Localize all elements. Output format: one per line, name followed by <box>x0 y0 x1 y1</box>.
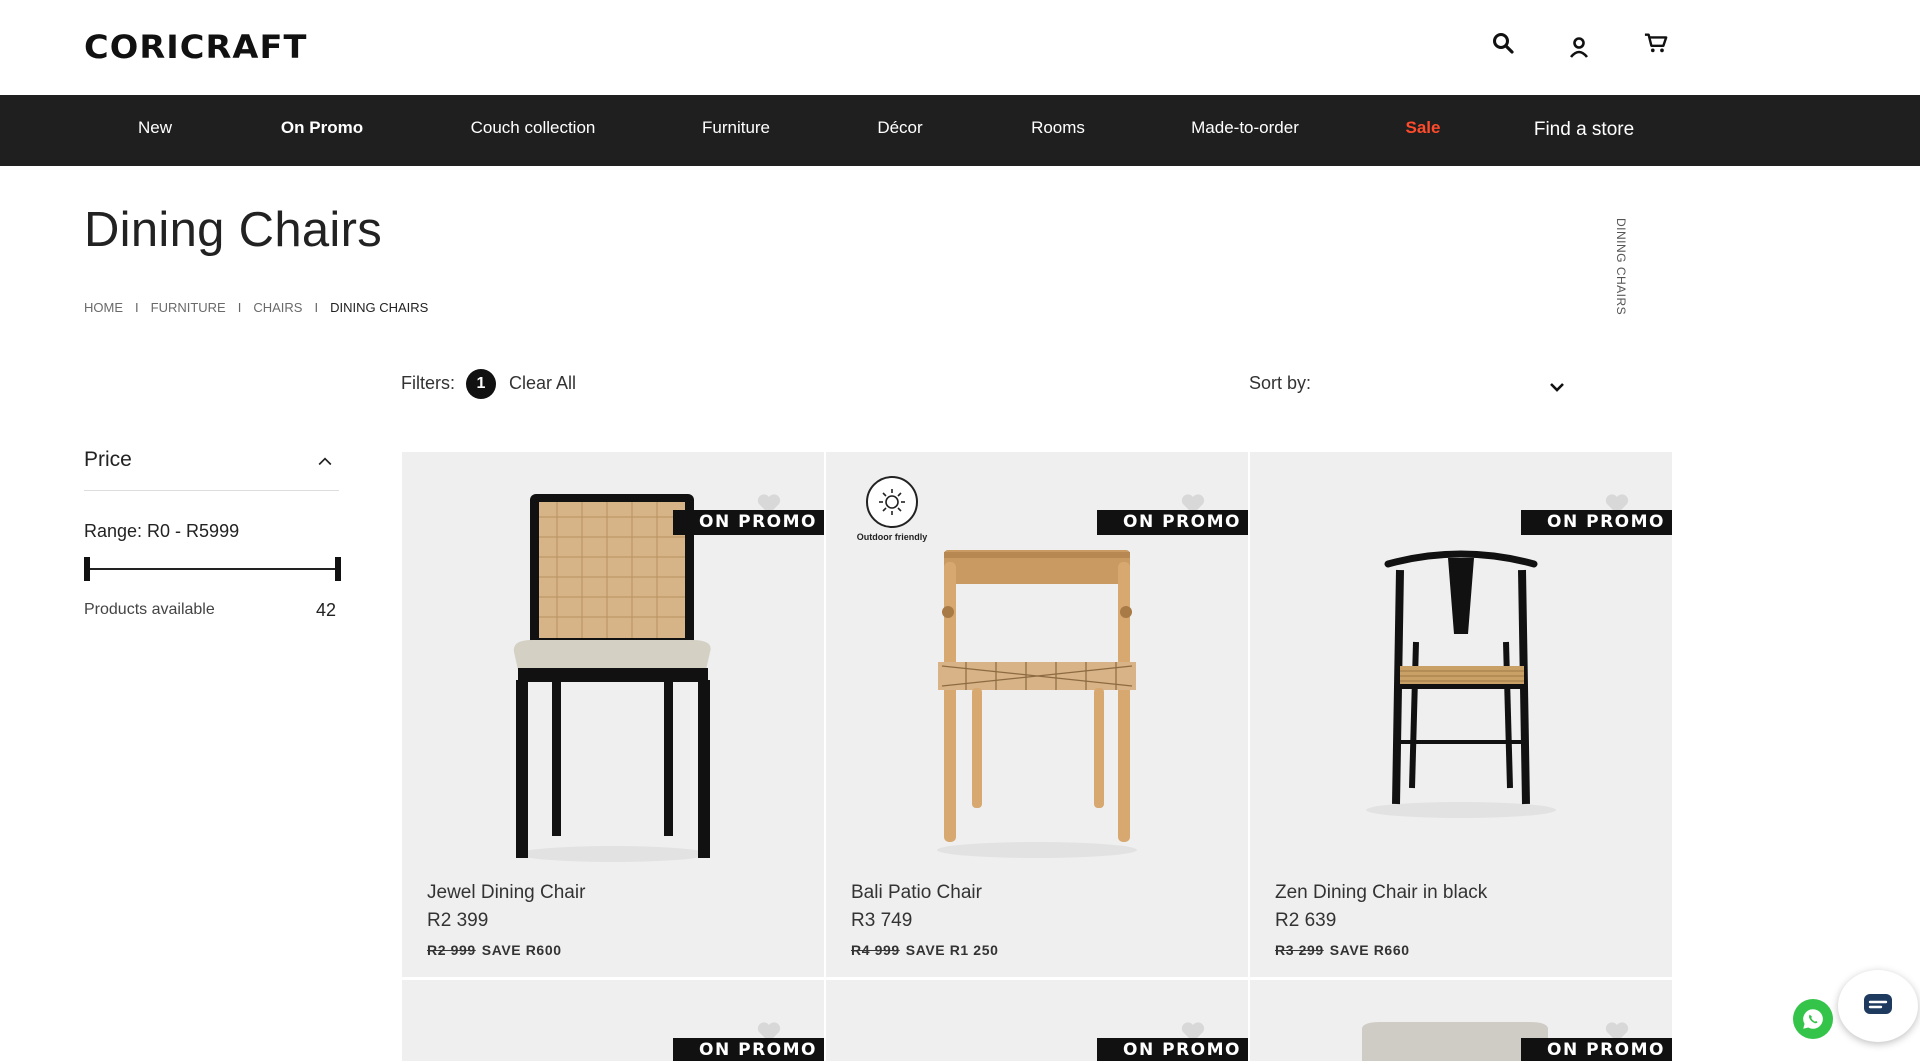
product-price: R2 399 <box>427 910 489 931</box>
coricraft-logo[interactable]: CORICRAFT <box>84 28 307 66</box>
on-promo-badge: ON PROMO <box>673 1038 824 1061</box>
save-amount: SAVE R1 250 <box>905 942 999 958</box>
on-promo-badge: ON PROMO <box>1097 510 1248 535</box>
product-savings: R4 999 SAVE R1 250 <box>851 942 998 958</box>
breadcrumb-home[interactable]: HOME <box>84 300 123 315</box>
save-amount: SAVE R660 <box>1329 942 1410 958</box>
on-promo-badge: ON PROMO <box>1521 510 1672 535</box>
products-available-count: 42 <box>316 600 337 620</box>
breadcrumb: HOME I FURNITURE I CHAIRS I DINING CHAIR… <box>84 300 428 315</box>
on-promo-badge: ON PROMO <box>673 510 824 535</box>
product-card[interactable]: ON PROMO <box>1250 980 1672 1061</box>
nav-item-furniture[interactable]: Furniture <box>702 95 770 166</box>
outdoor-friendly-badge: Outdoor friendly <box>852 476 932 542</box>
breadcrumb-separator: I <box>314 300 319 315</box>
product-card[interactable]: ON PROMO Jewel Dining Chair R2 399 R2 99… <box>402 452 824 977</box>
slider-max-handle[interactable] <box>335 557 341 581</box>
price-range-label: Range: R0 - R5999 <box>84 521 240 541</box>
sort-by-label[interactable]: Sort by: <box>1249 373 1311 394</box>
nav-item-new[interactable]: New <box>138 95 172 166</box>
chat-button[interactable] <box>1838 970 1918 1042</box>
chevron-up-icon[interactable] <box>315 452 335 472</box>
product-name[interactable]: Jewel Dining Chair <box>427 882 585 904</box>
slider-min-handle[interactable] <box>84 557 90 581</box>
price-range-slider[interactable] <box>84 556 341 582</box>
page-title: Dining Chairs <box>84 203 383 257</box>
sun-icon <box>866 476 918 528</box>
whatsapp-icon[interactable] <box>1793 999 1833 1039</box>
original-price: R3 299 <box>1275 942 1324 958</box>
breadcrumb-separator: I <box>135 300 139 315</box>
outdoor-friendly-label: Outdoor friendly <box>856 532 928 542</box>
vertical-category-label: DINING CHAIRS <box>1614 218 1628 316</box>
filters-label: Filters: <box>401 373 455 393</box>
account-icon[interactable] <box>1564 32 1594 62</box>
original-price: R2 999 <box>427 942 476 958</box>
main-nav: New On Promo Couch collection Furniture … <box>0 95 1920 166</box>
nav-item-find-a-store[interactable]: Find a store <box>1534 95 1634 166</box>
slider-track <box>84 568 341 570</box>
product-card[interactable]: Outdoor friendly ON PROMO Bali Patio Cha… <box>826 452 1248 977</box>
clear-all-button[interactable]: Clear All <box>509 373 576 394</box>
nav-item-sale[interactable]: Sale <box>1406 95 1441 166</box>
nav-item-on-promo[interactable]: On Promo <box>281 95 363 166</box>
nav-item-rooms[interactable]: Rooms <box>1031 95 1085 166</box>
products-available-label: Products available <box>84 601 215 618</box>
product-savings: R2 999 SAVE R600 <box>427 942 562 958</box>
product-name[interactable]: Bali Patio Chair <box>851 882 982 904</box>
product-price: R3 749 <box>851 910 913 931</box>
product-savings: R3 299 SAVE R660 <box>1275 942 1410 958</box>
product-card[interactable]: ON PROMO <box>402 980 824 1061</box>
original-price: R4 999 <box>851 942 900 958</box>
nav-item-couch-collection[interactable]: Couch collection <box>471 95 596 166</box>
on-promo-badge: ON PROMO <box>1097 1038 1248 1061</box>
chevron-down-icon[interactable] <box>1545 375 1569 399</box>
product-card[interactable]: ON PROMO <box>826 980 1248 1061</box>
price-filter-header[interactable]: Price <box>84 448 339 491</box>
site-header: CORICRAFT <box>0 0 1920 95</box>
on-promo-badge: ON PROMO <box>1521 1038 1672 1061</box>
product-card[interactable]: ON PROMO Zen Dining Chair in black R2 63… <box>1250 452 1672 977</box>
breadcrumb-separator: I <box>237 300 242 315</box>
breadcrumb-chairs[interactable]: CHAIRS <box>253 300 302 315</box>
nav-item-made-to-order[interactable]: Made-to-order <box>1191 95 1299 166</box>
price-filter-title: Price <box>84 448 132 471</box>
breadcrumb-furniture[interactable]: FURNITURE <box>151 300 226 315</box>
cart-icon[interactable] <box>1641 28 1671 58</box>
product-name[interactable]: Zen Dining Chair in black <box>1275 882 1487 904</box>
breadcrumb-dining-chairs: DINING CHAIRS <box>330 300 429 315</box>
filter-count-badge: 1 <box>466 369 496 399</box>
search-icon[interactable] <box>1488 28 1518 58</box>
product-price: R2 639 <box>1275 910 1337 931</box>
nav-item-decor[interactable]: Décor <box>877 95 922 166</box>
save-amount: SAVE R600 <box>481 942 562 958</box>
chat-icon <box>1864 994 1892 1014</box>
